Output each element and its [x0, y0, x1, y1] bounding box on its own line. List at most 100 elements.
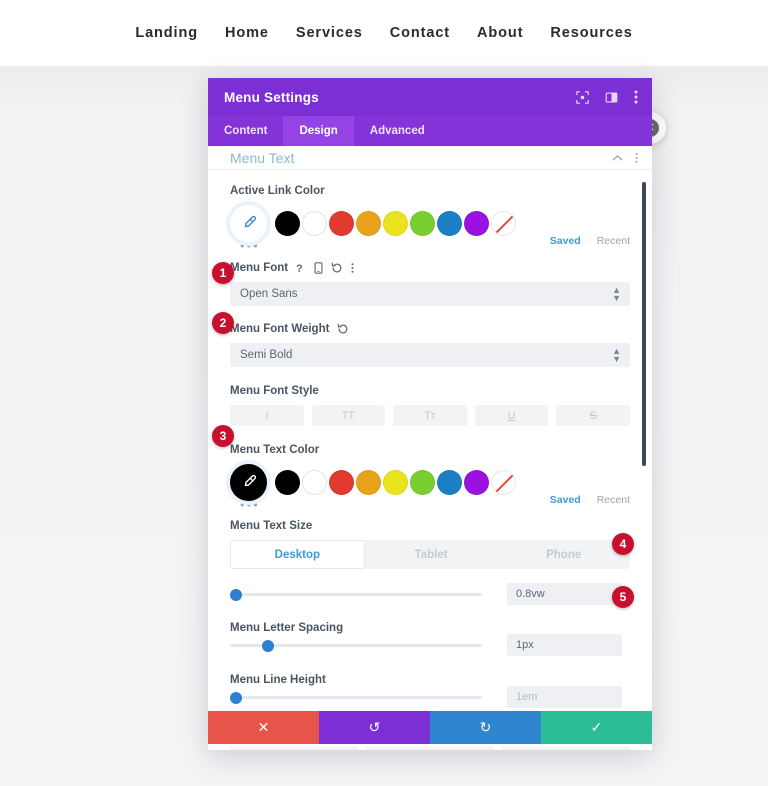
- menu-font-weight-value: Semi Bold: [240, 349, 293, 361]
- swatch-blue[interactable]: [437, 211, 462, 236]
- active-link-color-label: Active Link Color: [230, 185, 325, 197]
- tab-advanced[interactable]: Advanced: [354, 116, 441, 146]
- menu-text-size-slider[interactable]: [230, 588, 482, 601]
- more-options-icon[interactable]: [634, 90, 638, 104]
- menu-font-weight-reset-icon[interactable]: [337, 323, 349, 335]
- menu-text-size-label: Menu Text Size: [230, 520, 313, 532]
- save-button[interactable]: ✓: [541, 711, 652, 744]
- menu-font-value: Open Sans: [240, 288, 298, 300]
- site-header: Landing Home Services Contact About Reso…: [0, 0, 768, 66]
- swatch-black[interactable]: [275, 211, 300, 236]
- swatch-transparent[interactable]: [491, 470, 516, 495]
- nav-item-about[interactable]: About: [477, 25, 523, 41]
- section-more-options-icon[interactable]: [635, 152, 638, 164]
- underline-button[interactable]: U: [474, 405, 549, 426]
- swatch-orange[interactable]: [356, 211, 381, 236]
- redo-button[interactable]: ↻: [430, 711, 541, 744]
- nav-item-landing[interactable]: Landing: [135, 25, 198, 41]
- menu-text-saved-recent: Saved Recent: [550, 494, 630, 506]
- shadow-preset-2-icon[interactable]: A: [502, 747, 630, 750]
- tab-design[interactable]: Design: [283, 116, 354, 146]
- swatch-yellow[interactable]: [383, 211, 408, 236]
- menu-line-height-value-input[interactable]: 1em: [507, 686, 622, 708]
- modal-body: Menu Text Active Link Color Saved Recent…: [208, 146, 652, 750]
- menu-text-size-value-input[interactable]: 0.8vw: [507, 583, 622, 605]
- menu-letter-spacing-label: Menu Letter Spacing: [230, 622, 344, 634]
- nav-item-contact[interactable]: Contact: [390, 25, 450, 41]
- marker-4: 4: [612, 533, 634, 555]
- saved-tab[interactable]: Saved: [550, 494, 581, 506]
- swatch-black[interactable]: [275, 470, 300, 495]
- swatch-green[interactable]: [410, 470, 435, 495]
- focus-mode-icon[interactable]: [576, 90, 589, 104]
- menu-font-weight-select[interactable]: Semi Bold ▲ ▼: [230, 343, 630, 367]
- shadow-preset-1-icon[interactable]: A: [366, 747, 494, 750]
- menu-font-more-options-icon[interactable]: [351, 262, 354, 274]
- slider-knob[interactable]: [230, 588, 242, 601]
- menu-font-weight-label-row: Menu Font Weight: [230, 323, 630, 335]
- menu-line-height-label: Menu Line Height: [230, 674, 326, 686]
- swatch-red[interactable]: [329, 470, 354, 495]
- saved-tab[interactable]: Saved: [550, 235, 581, 247]
- split-view-icon[interactable]: [605, 91, 618, 104]
- section-title: Menu Text: [230, 149, 295, 166]
- nav-item-home[interactable]: Home: [225, 25, 269, 41]
- swatch-orange[interactable]: [356, 470, 381, 495]
- shadow-preset-none-icon[interactable]: [230, 747, 358, 750]
- menu-line-height-value: 1em: [516, 691, 538, 703]
- capitalize-button[interactable]: Tᴛ: [393, 405, 467, 426]
- slider-knob[interactable]: [230, 691, 242, 704]
- chevron-up-icon[interactable]: [612, 154, 623, 162]
- menu-letter-spacing-value-input[interactable]: 1px: [507, 634, 622, 656]
- svg-text:?: ?: [296, 263, 303, 274]
- section-header-menu-text[interactable]: Menu Text: [208, 146, 652, 170]
- modal-titlebar-actions: [576, 90, 638, 104]
- swatch-yellow[interactable]: [383, 470, 408, 495]
- menu-line-height-slider[interactable]: [230, 691, 482, 704]
- responsive-icon[interactable]: [314, 262, 323, 274]
- menu-letter-spacing-slider[interactable]: [230, 639, 482, 652]
- device-tab-tablet[interactable]: Tablet: [365, 540, 498, 569]
- nav-item-services[interactable]: Services: [296, 25, 363, 41]
- marker-5: 5: [612, 586, 634, 608]
- tab-content[interactable]: Content: [208, 116, 283, 146]
- swatch-white[interactable]: [302, 211, 327, 236]
- cancel-button[interactable]: ✕: [208, 711, 319, 744]
- menu-text-eyedropper-button[interactable]: [230, 464, 267, 501]
- swatch-transparent[interactable]: [491, 211, 516, 236]
- modal-action-bar: ✕ ↺ ↻ ✓: [208, 711, 652, 744]
- menu-letter-spacing-slider-row: 1px: [230, 634, 630, 656]
- uppercase-button[interactable]: TT: [311, 405, 386, 426]
- marker-2: 2: [212, 312, 234, 334]
- swatch-purple[interactable]: [464, 211, 489, 236]
- marker-1: 1: [212, 262, 234, 284]
- active-link-eyedropper-button[interactable]: [230, 205, 267, 242]
- strikethrough-button[interactable]: S: [556, 405, 630, 426]
- swatch-purple[interactable]: [464, 470, 489, 495]
- menu-font-weight-label: Menu Font Weight: [230, 323, 330, 335]
- swatch-red[interactable]: [329, 211, 354, 236]
- device-tab-desktop[interactable]: Desktop: [230, 540, 365, 569]
- nav-item-resources[interactable]: Resources: [550, 25, 632, 41]
- recent-tab[interactable]: Recent: [597, 494, 630, 506]
- active-link-color-field: Saved Recent •••: [230, 205, 630, 253]
- settings-scroll-area: Active Link Color Saved Recent ••• Menu …: [208, 171, 652, 750]
- modal-tabs: Content Design Advanced: [208, 116, 652, 146]
- slider-knob[interactable]: [262, 639, 274, 652]
- reset-icon[interactable]: [331, 262, 343, 274]
- menu-font-style-buttons: I TT Tᴛ U S: [230, 405, 630, 426]
- swatch-white[interactable]: [302, 470, 327, 495]
- undo-button[interactable]: ↺: [319, 711, 430, 744]
- swatch-blue[interactable]: [437, 470, 462, 495]
- device-tab-phone[interactable]: Phone: [497, 540, 630, 569]
- menu-text-size-device-tabs: Desktop Tablet Phone: [230, 540, 630, 569]
- menu-letter-spacing-value: 1px: [516, 639, 534, 651]
- italic-button[interactable]: I: [230, 405, 304, 426]
- swatch-green[interactable]: [410, 211, 435, 236]
- menu-font-style-label: Menu Font Style: [230, 385, 319, 397]
- menu-font-select[interactable]: Open Sans ▲ ▼: [230, 282, 630, 306]
- help-icon[interactable]: ?: [296, 262, 306, 274]
- menu-text-color-field: Saved Recent •••: [230, 464, 630, 512]
- active-link-saved-recent: Saved Recent: [550, 235, 630, 247]
- recent-tab[interactable]: Recent: [597, 235, 630, 247]
